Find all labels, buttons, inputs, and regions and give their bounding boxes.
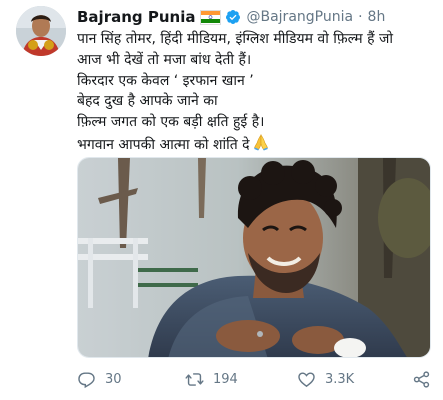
retweet-count: 194	[213, 371, 238, 387]
tweet-header: Bajrang Punia @BajrangPunia · 8h	[77, 6, 385, 28]
retweet-icon	[185, 372, 204, 386]
share-icon	[413, 370, 430, 388]
separator-dot: ·	[358, 9, 363, 25]
share-button[interactable]	[412, 364, 431, 394]
heart-icon	[298, 371, 315, 387]
tweet-actions: 30 194 3.3K	[77, 364, 437, 394]
reply-icon	[78, 371, 95, 388]
tweet-text-line: बेहद दुख है आपके जाने का	[77, 93, 218, 110]
india-flag-icon	[200, 9, 222, 25]
tweet-card[interactable]: Bajrang Punia @BajrangPunia · 8h पान सिं…	[0, 0, 443, 400]
verified-badge-icon	[226, 10, 241, 24]
tweet-text-last-line: भगवान आपकी आत्मा को शांति दे	[77, 133, 427, 156]
tweet-text-line: फ़िल्म जगत को एक बड़ी क्षति हुई है।	[77, 114, 265, 131]
reply-count: 30	[105, 371, 122, 387]
author-name[interactable]: Bajrang Punia	[77, 8, 195, 26]
author-handle[interactable]: @BajrangPunia	[246, 9, 353, 25]
tweet-timestamp[interactable]: 8h	[368, 9, 386, 25]
folded-hands-emoji	[253, 134, 268, 151]
retweet-button[interactable]: 194	[185, 364, 238, 394]
avatar[interactable]	[16, 6, 66, 56]
tweet-text-line: पान सिंह तोमर, हिंदी मीडियम, इंग्लिश मीड…	[77, 31, 393, 47]
tweet-text-line: भगवान आपकी आत्मा को शांति दे	[77, 136, 250, 153]
photo-image	[78, 158, 430, 357]
reply-button[interactable]: 30	[77, 364, 122, 394]
tweet-text-line: किरदार एक केवल ‘ इरफान खान ’	[77, 72, 254, 89]
like-count: 3.3K	[325, 371, 355, 387]
tweet-photo[interactable]	[77, 157, 431, 358]
tweet-text-line: आज भी देखें तो मजा बांध देती हैं।	[77, 51, 252, 68]
avatar-image	[16, 6, 66, 56]
like-button[interactable]: 3.3K	[297, 364, 354, 394]
tweet-text: पान सिंह तोमर, हिंदी मीडियम, इंग्लिश मीड…	[77, 29, 427, 156]
